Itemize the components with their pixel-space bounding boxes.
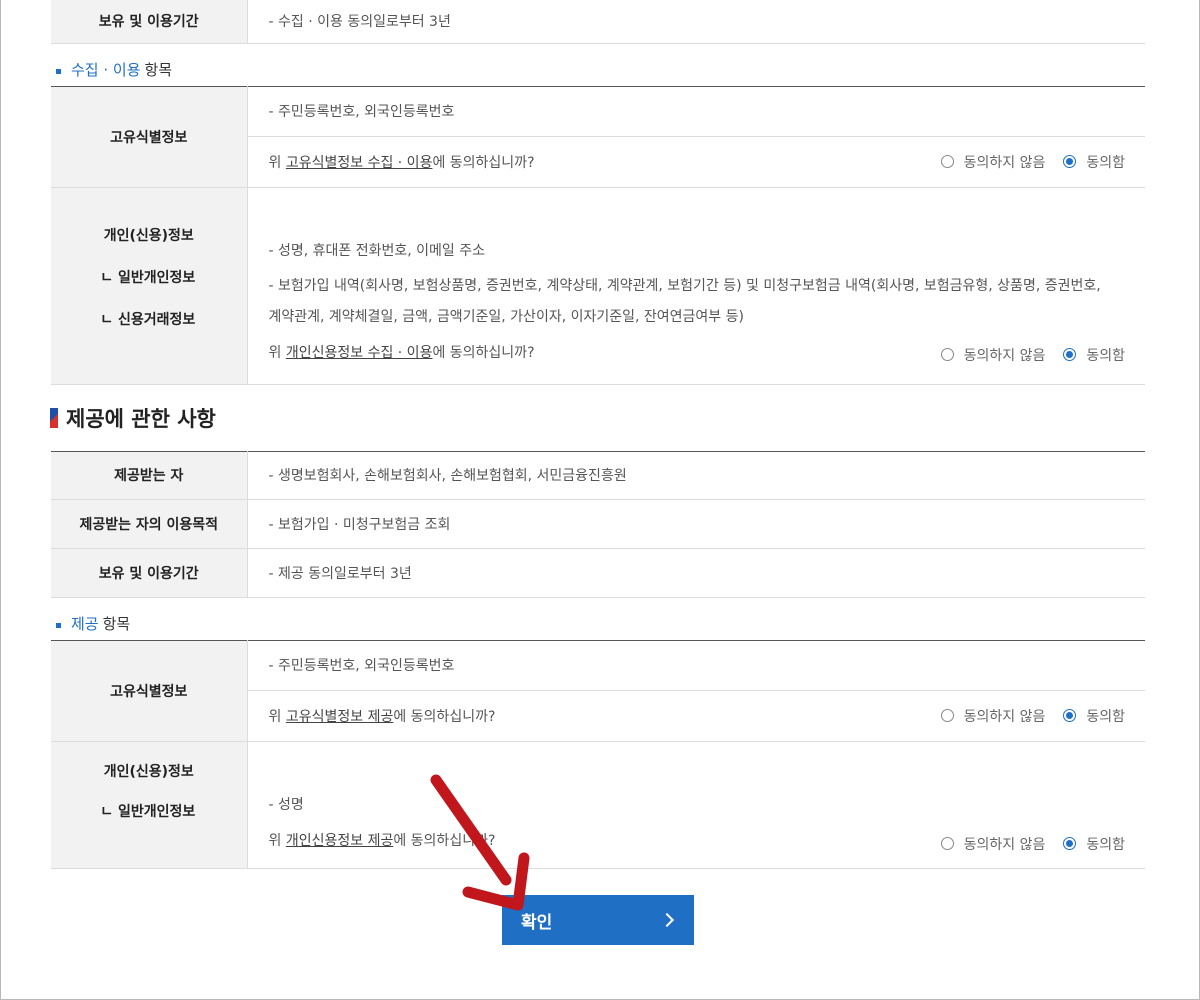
retention-value: - 제공 동의일로부터 3년: [247, 548, 1145, 598]
radio-on-icon[interactable]: [1063, 709, 1077, 722]
radio-agree[interactable]: 동의함: [1063, 152, 1125, 172]
retention-value: - 수집 · 이용 동의일로부터 3년: [247, 0, 1145, 44]
collection-items-table: 고유식별정보 - 주민등록번호, 외국인등록번호 위 고유식별정보 수집 · 이…: [51, 85, 1145, 385]
consent-radio-group: 동의하지 않음 동의함: [940, 706, 1125, 726]
collection-summary-table: 보유 및 이용기간 - 수집 · 이용 동의일로부터 3년: [51, 0, 1145, 44]
section-title: 제공에 관한 사항: [50, 385, 1145, 451]
radio-agree[interactable]: 동의함: [1063, 706, 1125, 726]
table-row: 고유식별정보 - 주민등록번호, 외국인등록번호: [51, 640, 1145, 742]
radio-agree[interactable]: 동의함: [1063, 834, 1125, 854]
recipient-label: 제공받는 자: [51, 451, 248, 500]
radio-off-icon[interactable]: [940, 709, 954, 722]
personal-info-content: - 성명, 휴대폰 전화번호, 이메일 주소 - 보험가입 내역(회사명, 보험…: [247, 187, 1145, 385]
purpose-label: 제공받는 자의 이용목적: [51, 499, 248, 549]
confirm-button[interactable]: 확인: [502, 895, 694, 945]
purpose-value: - 보험가입 · 미청구보험금 조회: [247, 499, 1145, 549]
retention-label: 보유 및 이용기간: [51, 0, 248, 44]
consent-radio-group: 동의하지 않음 동의함: [940, 152, 1125, 172]
personal-info-label: 개인(신용)정보 ㄴ 일반개인정보 ㄴ 신용거래정보: [51, 187, 248, 385]
consent-question-link: 개인신용정보 수집 · 이용: [285, 344, 433, 361]
radio-on-icon[interactable]: [1063, 155, 1077, 168]
table-row: 개인(신용)정보 ㄴ 일반개인정보 - 성명 위 개인신용정보 제공에 동의하십…: [51, 741, 1145, 869]
consent-question-link: 고유식별정보 제공: [285, 708, 394, 725]
bullet-square-icon: [56, 622, 61, 628]
radio-off-icon[interactable]: [940, 837, 954, 850]
radio-on-icon[interactable]: [1063, 348, 1077, 361]
provision-items-title: 제공 항목: [51, 598, 1145, 640]
radio-off-icon[interactable]: [940, 155, 954, 168]
unique-id-value: - 주민등록번호, 외국인등록번호: [247, 86, 1145, 137]
consent-radio-group: 동의하지 않음 동의함: [940, 834, 1125, 854]
table-row: 보유 및 이용기간 - 제공 동의일로부터 3년: [51, 548, 1145, 598]
consent-form: 보유 및 이용기간 - 수집 · 이용 동의일로부터 3년 수집 · 이용 항목…: [50, 0, 1145, 869]
personal-info-content: - 성명 위 개인신용정보 제공에 동의하십니까? 동의하지 않음 동의함: [247, 741, 1145, 869]
section-mark-icon: [50, 407, 58, 428]
table-row: 개인(신용)정보 ㄴ 일반개인정보 ㄴ 신용거래정보 - 성명, 휴대폰 전화번…: [51, 187, 1145, 385]
personal-info-general: - 성명: [268, 796, 304, 813]
table-row: 고유식별정보 - 주민등록번호, 외국인등록번호: [51, 86, 1145, 188]
unique-id-label: 고유식별정보: [51, 86, 248, 188]
radio-off-icon[interactable]: [940, 348, 954, 361]
radio-on-icon[interactable]: [1063, 837, 1077, 850]
consent-question-link: 고유식별정보 수집 · 이용: [285, 154, 433, 171]
unique-id-consent: 위 고유식별정보 제공에 동의하십니까? 동의하지 않음 동의함: [247, 690, 1145, 742]
personal-info-credit: - 보험가입 내역(회사명, 보험상품명, 증권번호, 계약상태, 계약관계, …: [268, 277, 1101, 325]
table-row: 제공받는 자의 이용목적 - 보험가입 · 미청구보험금 조회: [51, 499, 1145, 549]
bullet-square-icon: [56, 68, 61, 74]
radio-disagree[interactable]: 동의하지 않음: [940, 834, 1045, 854]
unique-id-consent: 위 고유식별정보 수집 · 이용에 동의하십니까? 동의하지 않음 동의함: [247, 136, 1145, 188]
table-row: 보유 및 이용기간 - 수집 · 이용 동의일로부터 3년: [51, 0, 1145, 44]
recipient-value: - 생명보험회사, 손해보험회사, 손해보험협회, 서민금융진흥원: [247, 451, 1145, 500]
radio-agree[interactable]: 동의함: [1063, 345, 1125, 365]
consent-radio-group: 동의하지 않음 동의함: [940, 345, 1125, 365]
chevron-right-icon: [659, 912, 675, 928]
provision-table: 제공받는 자 - 생명보험회사, 손해보험회사, 손해보험협회, 서민금융진흥원…: [51, 450, 1145, 598]
radio-disagree[interactable]: 동의하지 않음: [940, 706, 1045, 726]
provision-items-table: 고유식별정보 - 주민등록번호, 외국인등록번호 위 고유식별정보 제공에 동의…: [51, 639, 1145, 869]
personal-info-label: 개인(신용)정보 ㄴ 일반개인정보: [51, 741, 248, 869]
radio-disagree[interactable]: 동의하지 않음: [940, 152, 1045, 172]
radio-disagree[interactable]: 동의하지 않음: [940, 345, 1045, 365]
retention-label: 보유 및 이용기간: [51, 548, 248, 598]
table-row: 제공받는 자 - 생명보험회사, 손해보험회사, 손해보험협회, 서민금융진흥원: [51, 451, 1145, 500]
consent-question-link: 개인신용정보 제공: [285, 832, 394, 849]
collection-items-title: 수집 · 이용 항목: [51, 44, 1145, 86]
unique-id-label: 고유식별정보: [51, 640, 248, 742]
unique-id-value: - 주민등록번호, 외국인등록번호: [247, 640, 1145, 691]
